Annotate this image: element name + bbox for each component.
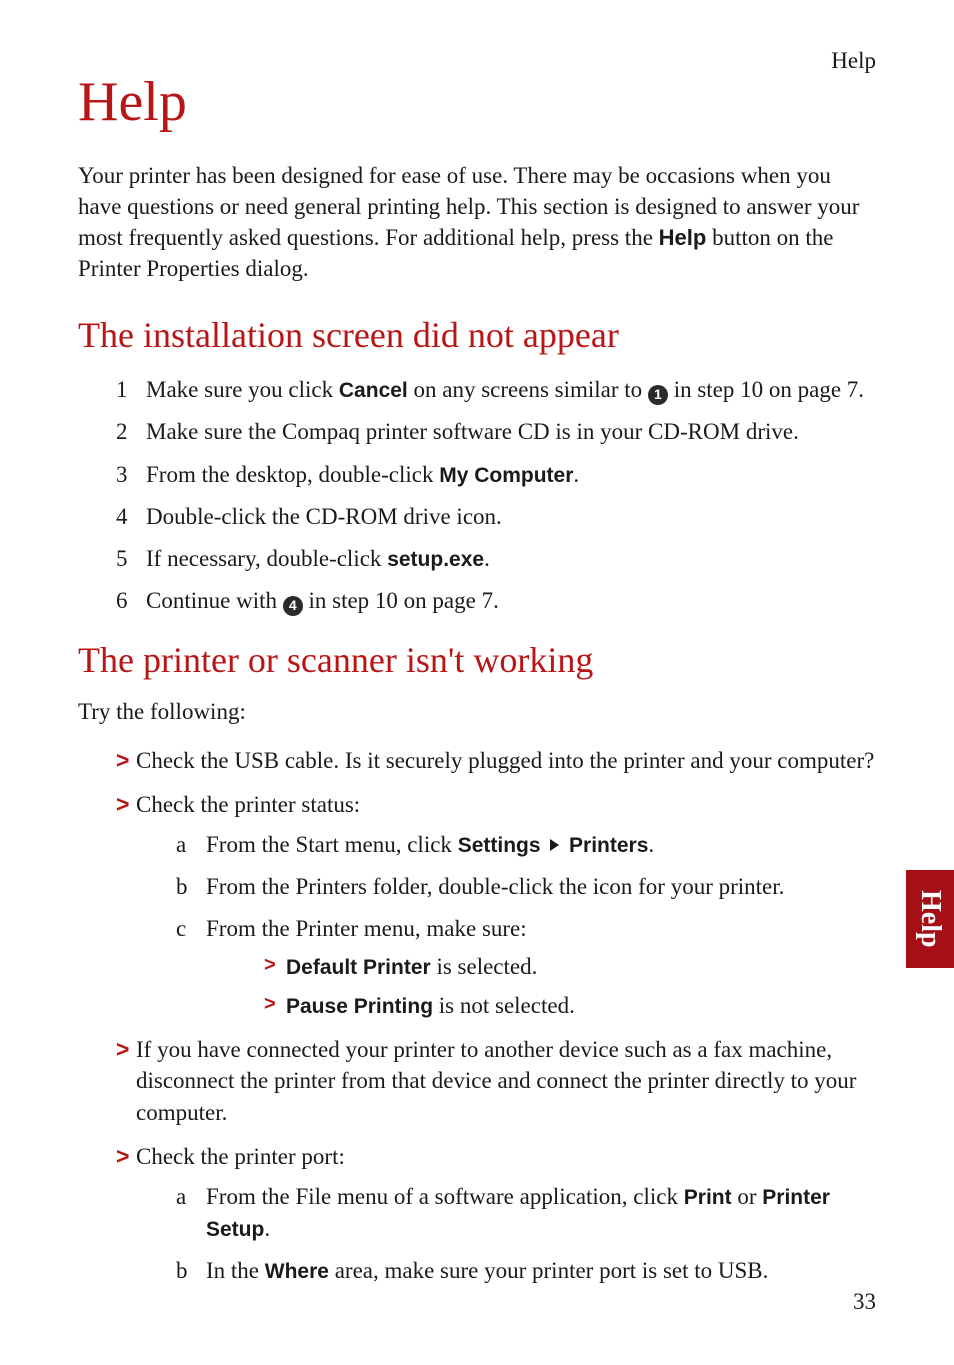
item-text: Check the USB cable. Is it securely plug… — [136, 748, 874, 773]
list-item: Check the USB cable. Is it securely plug… — [116, 745, 876, 777]
bold-printers: Printers — [569, 834, 648, 857]
item-text: From the File menu of a software applica… — [206, 1184, 684, 1209]
section2-heading: The printer or scanner isn't working — [78, 639, 876, 681]
bold-settings: Settings — [458, 834, 541, 857]
list-item: Check the printer port: a From the File … — [116, 1141, 876, 1287]
item-number: 4 — [116, 501, 128, 533]
item-letter: a — [176, 1181, 186, 1213]
list-item: Default Printer is selected. — [264, 951, 876, 983]
intro-help-bold: Help — [659, 225, 707, 250]
bold-pauseprinting: Pause Printing — [286, 995, 433, 1018]
bold-cancel: Cancel — [339, 379, 408, 402]
list-item: 4 Double-click the CD-ROM drive icon. — [116, 501, 876, 533]
item-letter: b — [176, 1255, 188, 1287]
item-text: on any screens similar to — [408, 377, 648, 402]
list-item: c From the Printer menu, make sure: Defa… — [176, 913, 876, 1022]
triangle-right-icon — [550, 839, 559, 851]
item-letter: c — [176, 913, 186, 945]
item-text: If necessary, double-click — [146, 546, 387, 571]
intro-paragraph: Your printer has been designed for ease … — [78, 160, 876, 284]
page-content: Help Your printer has been designed for … — [0, 0, 954, 1287]
item-text: in step 10 on page 7. — [668, 377, 864, 402]
list-item: If you have connected your printer to an… — [116, 1034, 876, 1129]
item-text: Make sure you click — [146, 377, 339, 402]
page-title: Help — [78, 70, 876, 134]
circled-4-icon: 4 — [283, 596, 303, 616]
section2-list: Check the USB cable. Is it securely plug… — [78, 745, 876, 1287]
item-text: area, make sure your printer port is set… — [329, 1258, 768, 1283]
bold-where: Where — [265, 1260, 329, 1283]
item-text: is not selected. — [433, 993, 575, 1018]
item-text: or — [732, 1184, 763, 1209]
item-text: From the Start menu, click — [206, 832, 458, 857]
item-text: in step 10 on page 7. — [303, 588, 499, 613]
item-text: Continue with — [146, 588, 283, 613]
item-text: From the Printers folder, double-click t… — [206, 874, 784, 899]
list-item: Pause Printing is not selected. — [264, 990, 876, 1022]
nested-list: Default Printer is selected. Pause Print… — [206, 951, 876, 1021]
side-tab: Help — [906, 870, 954, 968]
item-letter: b — [176, 871, 188, 903]
bold-print: Print — [684, 1186, 732, 1209]
item-text: Check the printer status: — [136, 792, 360, 817]
section1-heading: The installation screen did not appear — [78, 314, 876, 356]
list-item: b In the Where area, make sure your prin… — [176, 1255, 876, 1287]
item-number: 1 — [116, 374, 128, 406]
bold-defaultprinter: Default Printer — [286, 956, 431, 979]
item-text: Check the printer port: — [136, 1144, 345, 1169]
item-text: . — [484, 546, 490, 571]
item-text: Make sure the Compaq printer software CD… — [146, 419, 799, 444]
item-text: From the Printer menu, make sure: — [206, 916, 527, 941]
item-letter: a — [176, 829, 186, 861]
running-header: Help — [831, 48, 876, 74]
lettered-list: a From the File menu of a software appli… — [136, 1181, 876, 1288]
list-item: 3 From the desktop, double-click My Comp… — [116, 459, 876, 491]
list-item: 6 Continue with 4 in step 10 on page 7. — [116, 585, 876, 617]
item-number: 3 — [116, 459, 128, 491]
item-text: In the — [206, 1258, 265, 1283]
section1-list: 1 Make sure you click Cancel on any scre… — [78, 374, 876, 617]
item-number: 2 — [116, 416, 128, 448]
item-text: Double-click the CD-ROM drive icon. — [146, 504, 502, 529]
item-text: . — [264, 1216, 270, 1241]
list-item: b From the Printers folder, double-click… — [176, 871, 876, 903]
item-text: If you have connected your printer to an… — [136, 1037, 856, 1125]
list-item: a From the File menu of a software appli… — [176, 1181, 876, 1245]
item-text: . — [573, 462, 579, 487]
item-text: is selected. — [431, 954, 538, 979]
list-item: a From the Start menu, click Settings Pr… — [176, 829, 876, 861]
list-item: 1 Make sure you click Cancel on any scre… — [116, 374, 876, 406]
lettered-list: a From the Start menu, click Settings Pr… — [136, 829, 876, 1022]
item-text: . — [648, 832, 654, 857]
item-number: 5 — [116, 543, 128, 575]
bold-setupexe: setup.exe — [387, 548, 484, 571]
try-text: Try the following: — [78, 699, 876, 725]
circled-1-icon: 1 — [648, 385, 668, 405]
list-item: 2 Make sure the Compaq printer software … — [116, 416, 876, 448]
item-number: 6 — [116, 585, 128, 617]
bold-mycomputer: My Computer — [439, 464, 573, 487]
item-text: From the desktop, double-click — [146, 462, 439, 487]
list-item: 5 If necessary, double-click setup.exe. — [116, 543, 876, 575]
list-item: Check the printer status: a From the Sta… — [116, 789, 876, 1022]
page-number: 33 — [853, 1289, 876, 1315]
